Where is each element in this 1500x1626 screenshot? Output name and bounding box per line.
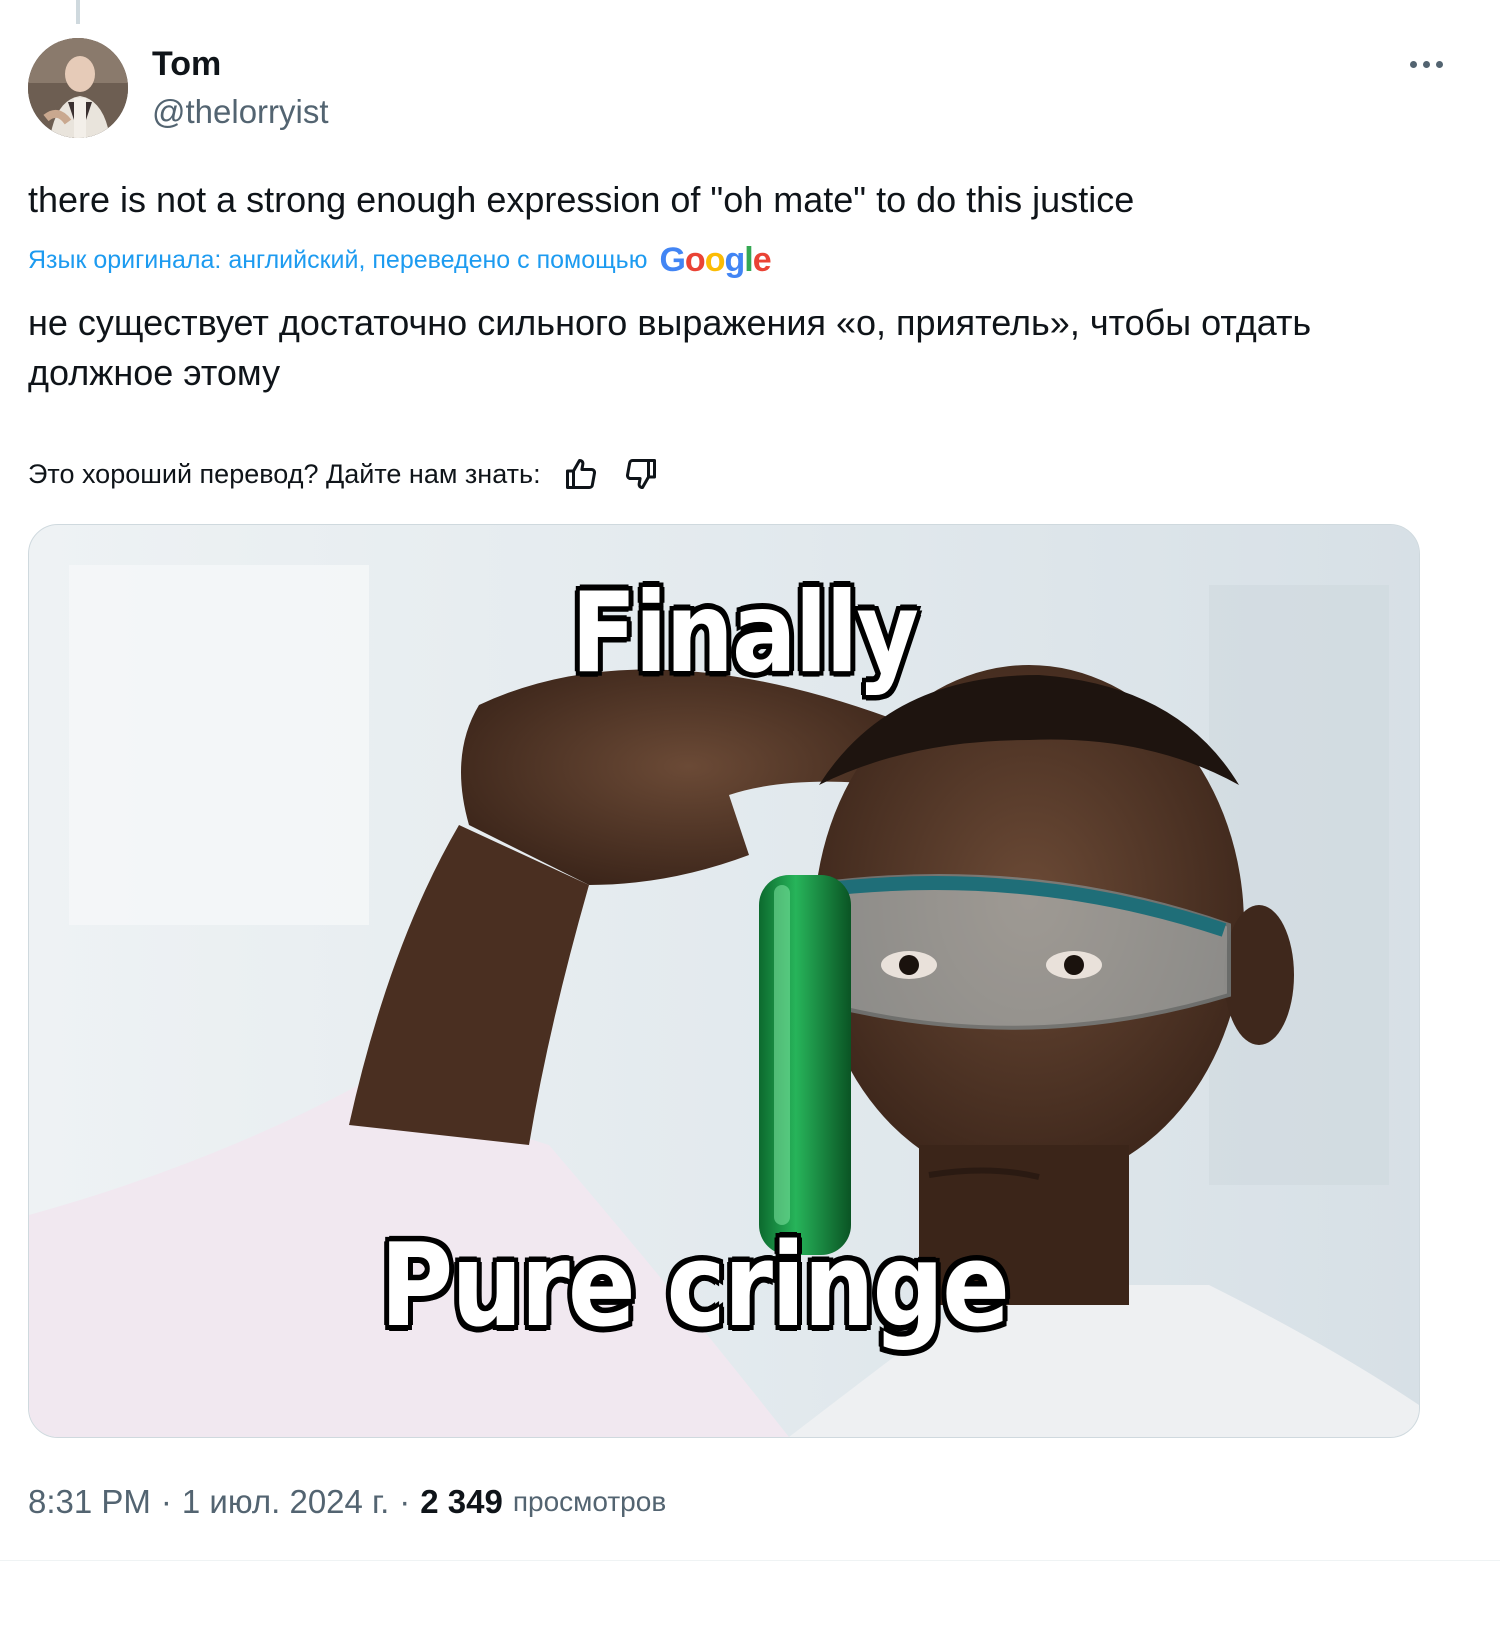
thumbs-up-button[interactable]: [561, 454, 601, 494]
translation-attribution[interactable]: Язык оригинала: английский, переведено с…: [28, 240, 772, 280]
tweet-date[interactable]: 1 июл. 2024 г.: [182, 1483, 389, 1521]
tweet-text: there is not a strong enough expression …: [28, 179, 1135, 220]
translation-feedback: Это хороший перевод? Дайте нам знать:: [28, 452, 661, 496]
more-dot: [1422, 60, 1430, 68]
meme-caption-top: Finally: [571, 568, 919, 698]
views-label: просмотров: [512, 1486, 667, 1517]
avatar-image: [28, 38, 128, 138]
thumbs-up-icon: [565, 459, 596, 490]
divider: [0, 1560, 1500, 1561]
author-handle[interactable]: @thelorryist: [152, 92, 329, 132]
meta-separator: ·: [160, 1483, 172, 1520]
translation-note[interactable]: Язык оригинала: английский, переведено с…: [28, 246, 647, 275]
more-options-button[interactable]: [1396, 44, 1456, 84]
avatar[interactable]: [28, 38, 128, 138]
tweet-media-image[interactable]: Finally Pure cringe: [28, 524, 1420, 1438]
more-horizontal-icon: [1409, 60, 1417, 68]
google-logo: Google: [659, 240, 771, 279]
translated-text: не существует достаточно сильного выраже…: [28, 302, 1312, 393]
tweet-author[interactable]: Tom @thelorryist: [152, 44, 329, 132]
meta-separator: ·: [399, 1483, 411, 1520]
views-count[interactable]: 2 349: [420, 1483, 503, 1521]
tweet-meta: 8:31 PM · 1 июл. 2024 г. · 2 349 просмот…: [28, 1480, 666, 1524]
thread-connector-line: [76, 0, 80, 24]
thumbs-down-icon: [625, 458, 656, 489]
thumbs-down-button[interactable]: [621, 454, 661, 494]
feedback-prompt: Это хороший перевод? Дайте нам знать:: [28, 458, 541, 489]
meme-caption-bottom: Pure cringe: [380, 1218, 1010, 1353]
more-dot: [1435, 60, 1443, 68]
author-display-name[interactable]: Tom: [152, 44, 329, 84]
tweet-time[interactable]: 8:31 PM: [28, 1483, 151, 1521]
